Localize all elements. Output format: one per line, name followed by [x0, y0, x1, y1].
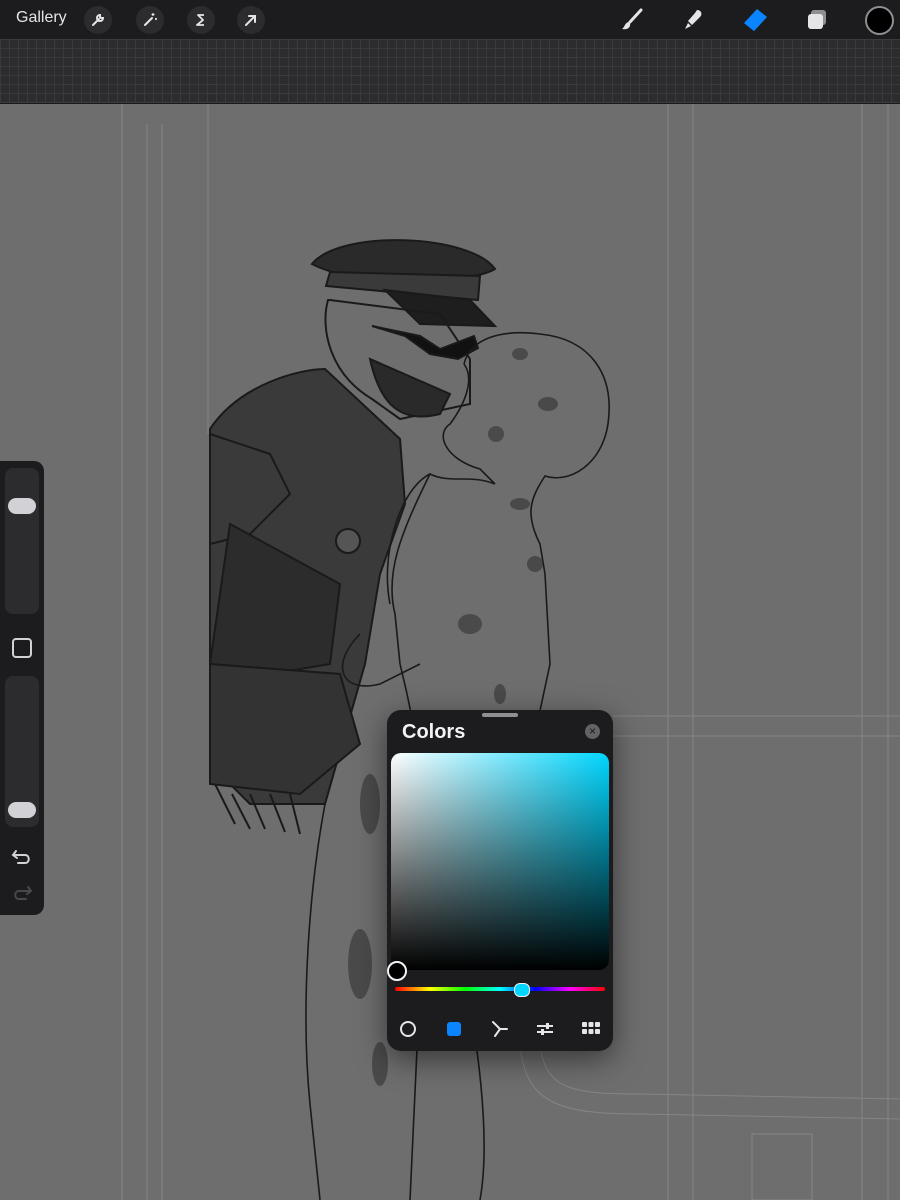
redo-icon[interactable]	[10, 881, 34, 905]
hue-slider-knob[interactable]	[514, 983, 530, 997]
panel-grabber[interactable]	[482, 713, 518, 717]
layers-button[interactable]	[802, 5, 832, 35]
eraser-tool-button[interactable]	[740, 5, 770, 35]
smudge-icon	[685, 10, 702, 29]
value-sliders-icon	[537, 1023, 553, 1035]
color-picker-handle[interactable]	[387, 961, 407, 981]
tab-harmony[interactable]	[489, 1018, 511, 1040]
brush-icon	[622, 8, 643, 30]
tab-classic[interactable]	[443, 1018, 465, 1040]
tab-disc[interactable]	[397, 1018, 419, 1040]
classic-square-icon	[447, 1022, 461, 1036]
saturation-brightness-square[interactable]	[391, 753, 609, 970]
grid-background	[0, 39, 900, 104]
transform-arrow-icon	[245, 15, 256, 26]
undo-icon[interactable]	[10, 845, 34, 869]
colors-panel: Colors ×	[387, 710, 613, 1051]
adjustments-button[interactable]	[136, 6, 164, 34]
actions-button[interactable]	[84, 6, 112, 34]
brush-size-knob[interactable]	[8, 498, 36, 515]
brush-size-slider[interactable]	[5, 468, 39, 614]
colors-title: Colors	[402, 721, 466, 743]
square-modify-icon[interactable]	[12, 638, 32, 658]
tab-value[interactable]	[534, 1018, 556, 1040]
wrench-icon	[92, 13, 105, 26]
palettes-grid-icon	[582, 1022, 600, 1034]
transform-button[interactable]	[237, 6, 265, 34]
selection-s-icon	[196, 14, 204, 26]
tab-palettes[interactable]	[580, 1018, 602, 1040]
color-swatch-button[interactable]	[865, 6, 894, 35]
harmony-icon	[492, 1021, 508, 1037]
top-toolbar: Gallery	[0, 0, 900, 39]
hue-slider[interactable]	[395, 987, 605, 991]
eraser-icon	[744, 9, 767, 32]
opacity-knob[interactable]	[8, 801, 36, 818]
magic-wand-icon	[144, 13, 157, 26]
gallery-button[interactable]: Gallery	[16, 9, 67, 27]
opacity-slider[interactable]	[5, 676, 39, 827]
close-icon[interactable]: ×	[585, 724, 600, 739]
brush-tool-button[interactable]	[617, 5, 647, 35]
layers-icon	[808, 10, 826, 29]
left-sidebar	[0, 461, 44, 915]
selection-button[interactable]	[187, 6, 215, 34]
disc-icon	[400, 1021, 416, 1037]
smudge-tool-button[interactable]	[678, 5, 708, 35]
